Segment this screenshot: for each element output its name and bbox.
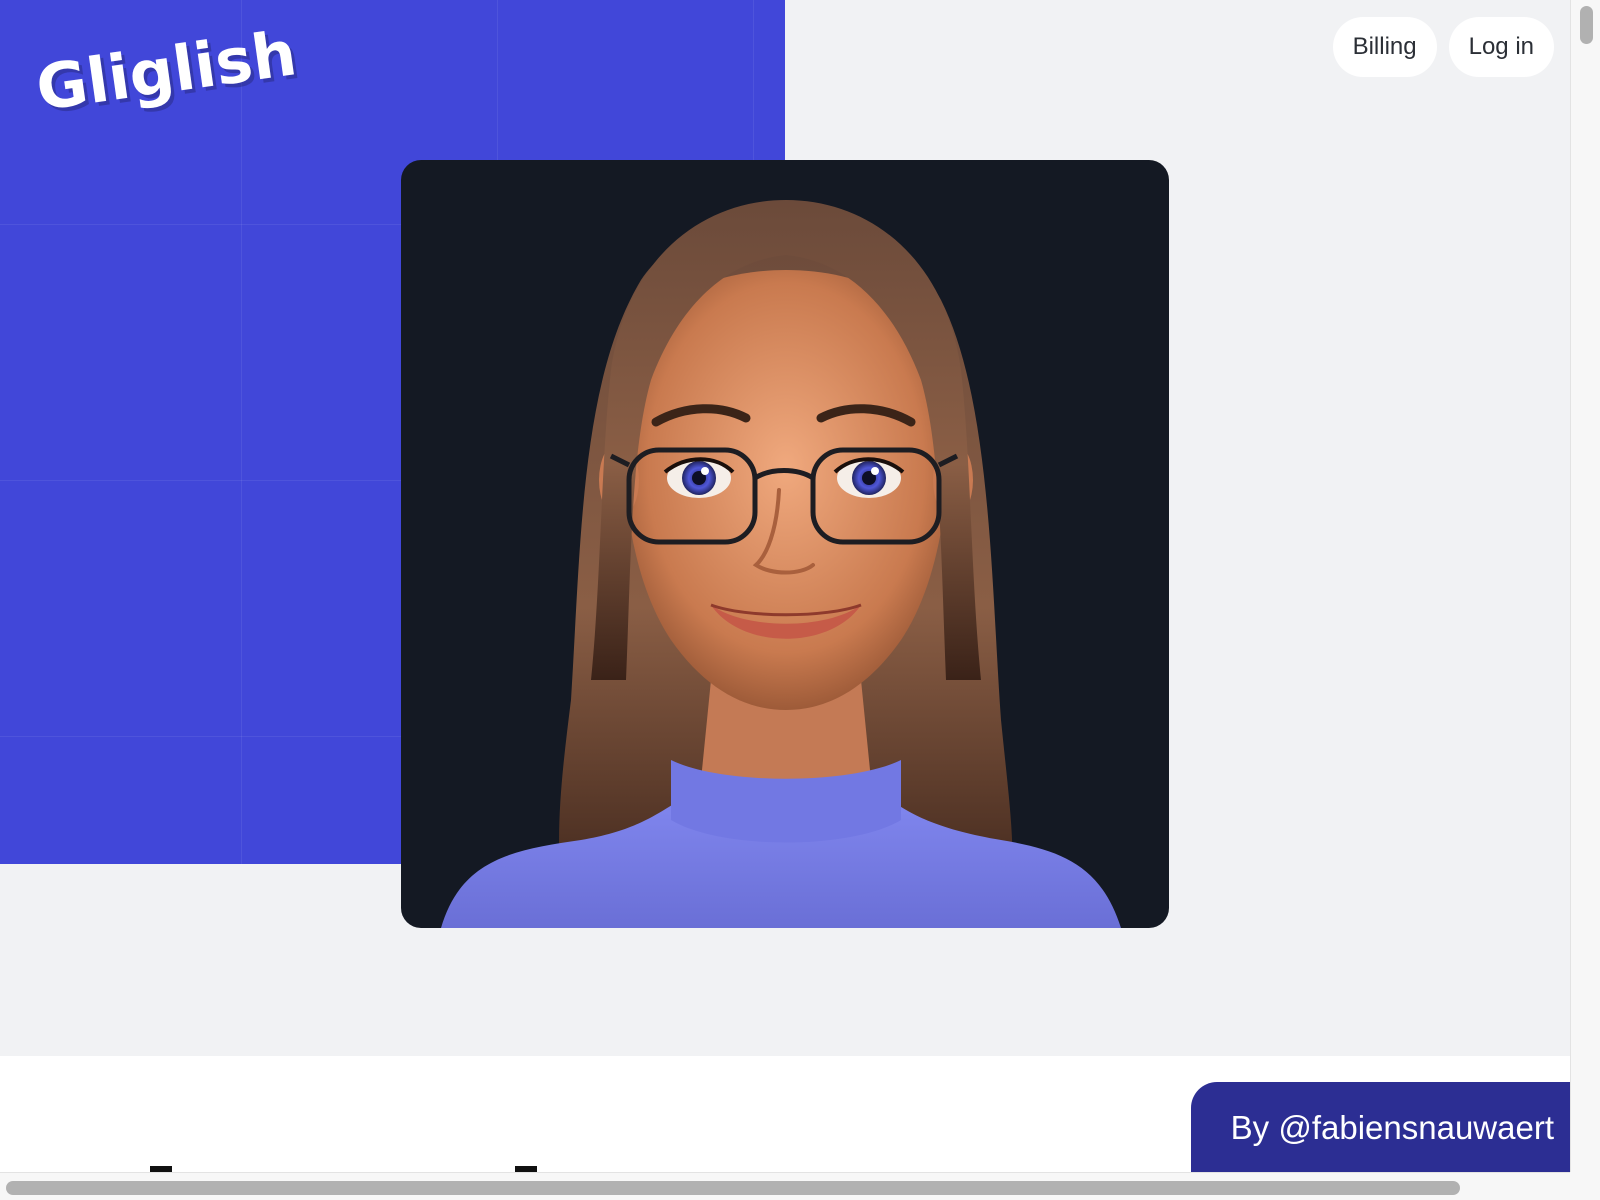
horizontal-scrollbar-thumb[interactable] — [6, 1181, 1460, 1195]
avatar-illustration — [441, 200, 1121, 928]
scrollbar-corner — [1570, 1172, 1600, 1200]
horizontal-scrollbar[interactable] — [0, 1172, 1570, 1200]
author-badge[interactable]: By @fabiensnauwaert — [1190, 1082, 1570, 1172]
avatar-portrait-image — [401, 160, 1169, 928]
top-nav: Billing Log in — [1332, 17, 1554, 77]
brand-logo[interactable]: Gliglish — [32, 16, 301, 125]
page-viewport: Gliglish Billing Log in By @fabiensnauwa… — [0, 0, 1570, 1172]
login-button[interactable]: Log in — [1448, 17, 1554, 77]
billing-button[interactable]: Billing — [1332, 17, 1437, 77]
vertical-scrollbar-thumb[interactable] — [1580, 6, 1593, 44]
vertical-scrollbar[interactable] — [1570, 0, 1600, 1200]
lower-content-section: By @fabiensnauwaert — [0, 1056, 1570, 1172]
